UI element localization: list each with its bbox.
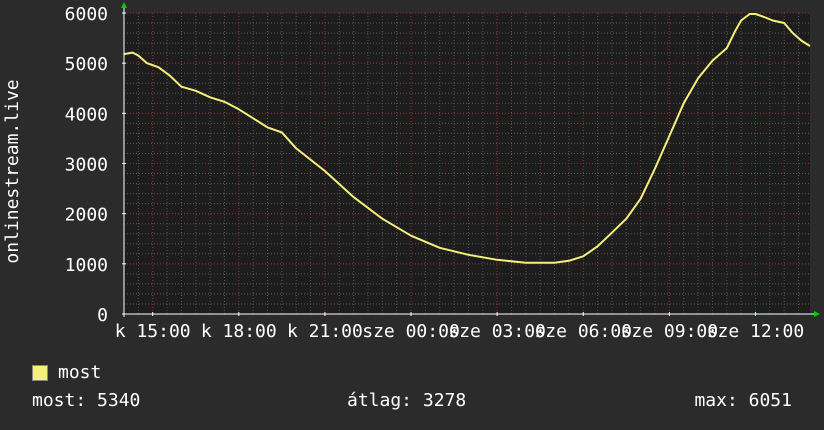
x-tick-label: sze 12:00 <box>707 321 805 342</box>
stats-row: most: 5340 átlag: 3278 max: 6051 <box>32 390 792 416</box>
y-tick-label: 6000 <box>65 4 108 25</box>
y-tick-label: 0 <box>97 305 108 326</box>
y-tick-label: 2000 <box>65 205 108 226</box>
y-tick-labels: 0 1000 2000 3000 4000 5000 6000 <box>65 4 108 326</box>
x-tick-label: k 18:00 <box>201 321 277 342</box>
x-tick-label: k 15:00 <box>115 321 191 342</box>
x-tick-label: sze 00:00 <box>362 321 460 342</box>
y-tick-label: 3000 <box>65 155 108 176</box>
legend-swatch <box>32 364 48 381</box>
chart: 0 1000 2000 3000 4000 5000 6000 k 15:00 k 18:00… <box>2 2 820 342</box>
stat-maximum: max: 6051 <box>694 390 792 411</box>
x-axis-arrow-icon <box>814 311 820 317</box>
x-tick-label: sze 06:00 <box>534 321 632 342</box>
y-tick-label: 5000 <box>65 54 108 75</box>
y-tick-label: 1000 <box>65 255 108 276</box>
legend: most <box>32 362 101 383</box>
stat-average: átlag: 3278 <box>347 390 467 411</box>
legend-label: most <box>58 362 102 383</box>
y-axis-label: onlinestream.live <box>2 79 23 263</box>
x-tick-label: sze 09:00 <box>621 321 719 342</box>
y-axis-arrow-icon <box>121 2 127 8</box>
x-tick-label: k 21:00 <box>287 321 363 342</box>
x-tick-labels: k 15:00 k 18:00 k 21:00 sze 00:00sze 03:00s… <box>115 321 804 342</box>
x-tick-label: sze 03:00 <box>448 321 546 342</box>
y-tick-label: 4000 <box>65 104 108 125</box>
stat-current: most: 5340 <box>32 390 141 411</box>
